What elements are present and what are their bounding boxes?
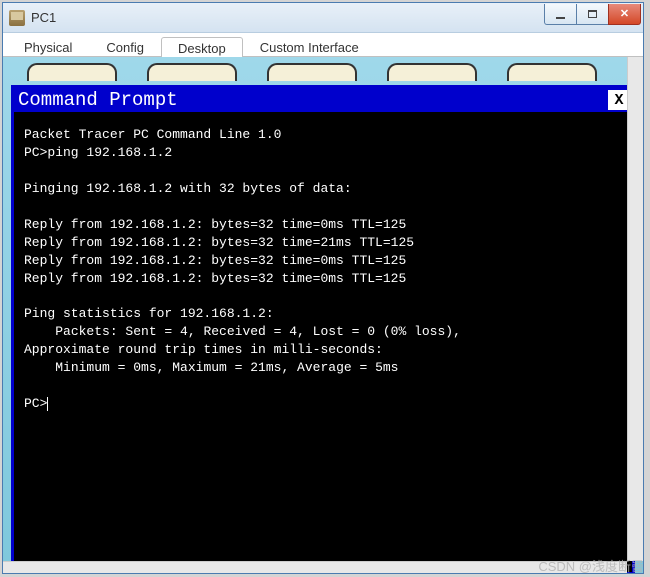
terminal-line: Approximate round trip times in milli-se… <box>24 342 383 357</box>
terminal-line: Reply from 192.168.1.2: bytes=32 time=21… <box>24 235 414 250</box>
desktop-app-icon[interactable] <box>267 63 357 81</box>
maximize-button[interactable] <box>576 4 609 25</box>
desktop-app-icon[interactable] <box>147 63 237 81</box>
tab-bar: Physical Config Desktop Custom Interface <box>3 33 643 57</box>
titlebar: PC1 ✕ <box>3 3 643 33</box>
command-prompt-titlebar: Command Prompt X <box>14 88 632 112</box>
command-prompt-title: Command Prompt <box>18 89 178 111</box>
command-prompt-window: Command Prompt X Packet Tracer PC Comman… <box>11 85 635 573</box>
scrollbar-vertical[interactable] <box>627 57 643 561</box>
terminal-line: Packet Tracer PC Command Line 1.0 <box>24 127 281 142</box>
terminal-prompt: PC> <box>24 396 47 411</box>
desktop-apps-row <box>11 63 635 83</box>
terminal-line: Minimum = 0ms, Maximum = 21ms, Average =… <box>24 360 398 375</box>
watermark: CSDN @浅度断罾 <box>538 556 644 575</box>
terminal-output[interactable]: Packet Tracer PC Command Line 1.0 PC>pin… <box>14 112 632 572</box>
tab-custom-interface[interactable]: Custom Interface <box>243 36 376 56</box>
terminal-line: Packets: Sent = 4, Received = 4, Lost = … <box>24 324 461 339</box>
terminal-line: Reply from 192.168.1.2: bytes=32 time=0m… <box>24 271 406 286</box>
tab-config[interactable]: Config <box>89 36 161 56</box>
tab-physical[interactable]: Physical <box>7 36 89 56</box>
terminal-line: Reply from 192.168.1.2: bytes=32 time=0m… <box>24 217 406 232</box>
pc-icon <box>9 10 25 26</box>
terminal-cursor <box>47 397 48 411</box>
app-window: PC1 ✕ Physical Config Desktop Custom Int… <box>2 2 644 574</box>
window-title: PC1 <box>31 10 545 25</box>
tab-desktop[interactable]: Desktop <box>161 37 243 57</box>
terminal-line: Reply from 192.168.1.2: bytes=32 time=0m… <box>24 253 406 268</box>
desktop-app-icon[interactable] <box>507 63 597 81</box>
desktop-app-icon[interactable] <box>27 63 117 81</box>
close-icon: ✕ <box>620 9 629 20</box>
desktop-content: Command Prompt X Packet Tracer PC Comman… <box>3 57 643 573</box>
maximize-icon <box>588 10 597 18</box>
terminal-line: PC>ping 192.168.1.2 <box>24 145 172 160</box>
scrollbar-horizontal[interactable] <box>3 561 627 573</box>
window-controls: ✕ <box>545 4 641 25</box>
terminal-line: Pinging 192.168.1.2 with 32 bytes of dat… <box>24 181 352 196</box>
window-close-button[interactable]: ✕ <box>608 4 641 25</box>
terminal-line: Ping statistics for 192.168.1.2: <box>24 306 274 321</box>
desktop-app-icon[interactable] <box>387 63 477 81</box>
minimize-icon <box>556 17 565 19</box>
minimize-button[interactable] <box>544 4 577 25</box>
